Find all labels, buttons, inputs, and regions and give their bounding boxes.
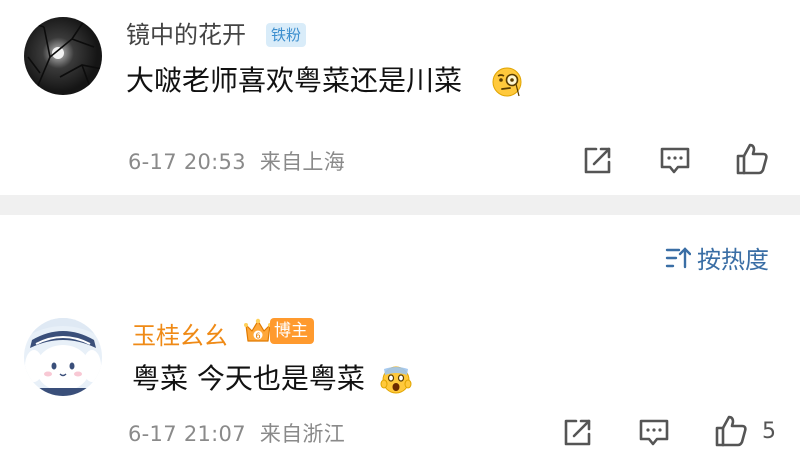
- crown-icon: 6: [244, 317, 272, 347]
- thumbs-up-icon[interactable]: [735, 142, 769, 176]
- fan-badge: 铁粉: [266, 23, 307, 47]
- comment-time: 6-17 21:07: [128, 422, 246, 446]
- comment-text: 粤菜 今天也是粤菜: [132, 362, 365, 395]
- thumbs-up-icon[interactable]: [714, 414, 748, 448]
- comment-username[interactable]: 玉桂幺幺: [132, 321, 228, 351]
- svg-text:6: 6: [255, 332, 260, 341]
- share-icon[interactable]: [582, 146, 612, 176]
- like-count: 5: [762, 419, 776, 444]
- comment-meta: 6-17 20:53 来自上海: [128, 149, 345, 175]
- monocle-face-icon: [491, 66, 523, 98]
- blogger-badge: 博主: [270, 318, 314, 344]
- comment-icon[interactable]: [659, 146, 691, 176]
- comment-location: 来自浙江: [259, 422, 346, 446]
- comment-time: 6-17 20:53: [128, 150, 246, 174]
- comment-location: 来自上海: [259, 150, 346, 174]
- avatar-cinnamoroll[interactable]: [24, 318, 102, 396]
- sort-icon: [665, 246, 692, 274]
- avatar-moon[interactable]: [24, 17, 102, 95]
- screaming-face-icon: [380, 363, 412, 395]
- sort-by-hot-button[interactable]: 按热度: [665, 245, 769, 275]
- comment-icon[interactable]: [638, 418, 670, 448]
- section-divider: [0, 195, 800, 215]
- comment-username[interactable]: 镜中的花开: [126, 20, 246, 50]
- comment-meta: 6-17 21:07 来自浙江: [128, 421, 345, 447]
- comment-text: 大啵老师喜欢粤菜还是川菜: [126, 64, 463, 97]
- share-icon[interactable]: [562, 418, 592, 448]
- like-button[interactable]: 5: [714, 414, 776, 448]
- sort-label: 按热度: [697, 246, 769, 274]
